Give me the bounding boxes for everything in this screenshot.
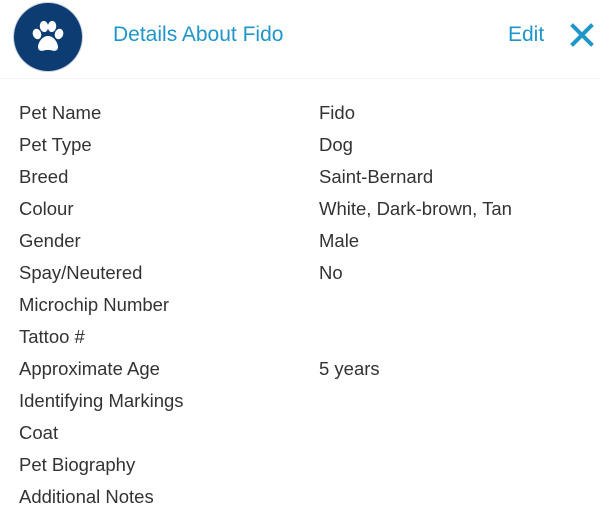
detail-label: Pet Type xyxy=(19,134,92,155)
detail-row: Gender Male xyxy=(0,225,600,257)
detail-row: Pet Name Fido xyxy=(0,97,600,129)
panel-header: Details About Fido Edit xyxy=(0,0,600,79)
detail-label: Coat xyxy=(19,422,59,443)
detail-label: Additional Notes xyxy=(19,486,154,507)
page-title: Details About Fido xyxy=(113,23,284,46)
detail-value: Male xyxy=(319,230,360,251)
detail-value: Fido xyxy=(319,102,355,123)
detail-label: Approximate Age xyxy=(19,358,160,379)
detail-row: Pet Biography xyxy=(0,449,600,481)
edit-button[interactable]: Edit xyxy=(508,21,544,49)
detail-value: White, Dark-brown, Tan xyxy=(319,198,512,219)
detail-label: Pet Biography xyxy=(19,454,136,475)
detail-row: Pet Type Dog xyxy=(0,129,600,161)
detail-label: Tattoo # xyxy=(19,326,85,347)
detail-label: Pet Name xyxy=(19,102,102,123)
detail-value: 5 years xyxy=(319,358,380,379)
detail-value: Saint-Bernard xyxy=(319,166,434,187)
detail-row: Tattoo # xyxy=(0,321,600,353)
detail-label: Spay/Neutered xyxy=(19,262,143,283)
detail-label: Identifying Markings xyxy=(19,390,184,411)
detail-label: Breed xyxy=(19,166,69,187)
close-button[interactable] xyxy=(570,23,594,47)
detail-row: Breed Saint-Bernard xyxy=(0,161,600,193)
close-icon xyxy=(570,23,594,47)
detail-row: Coat xyxy=(0,417,600,449)
paw-icon xyxy=(32,20,64,51)
detail-row: Approximate Age 5 years xyxy=(0,353,600,385)
detail-row: Colour White, Dark-brown, Tan xyxy=(0,193,600,225)
detail-row: Spay/Neutered No xyxy=(0,257,600,289)
detail-value: No xyxy=(319,262,343,283)
detail-label: Gender xyxy=(19,230,81,251)
pet-details-list: Pet Name Fido Pet Type Dog Breed Saint-Bernar… xyxy=(0,97,600,513)
pet-details-panel: Details About Fido Edit Pet Name Fido Pet … xyxy=(0,0,600,531)
detail-value: Dog xyxy=(319,134,353,155)
detail-row: Microchip Number xyxy=(0,289,600,321)
detail-row: Additional Notes xyxy=(0,481,600,513)
detail-row: Identifying Markings xyxy=(0,385,600,417)
pet-avatar xyxy=(14,3,82,71)
detail-label: Colour xyxy=(19,198,74,219)
detail-label: Microchip Number xyxy=(19,294,170,315)
